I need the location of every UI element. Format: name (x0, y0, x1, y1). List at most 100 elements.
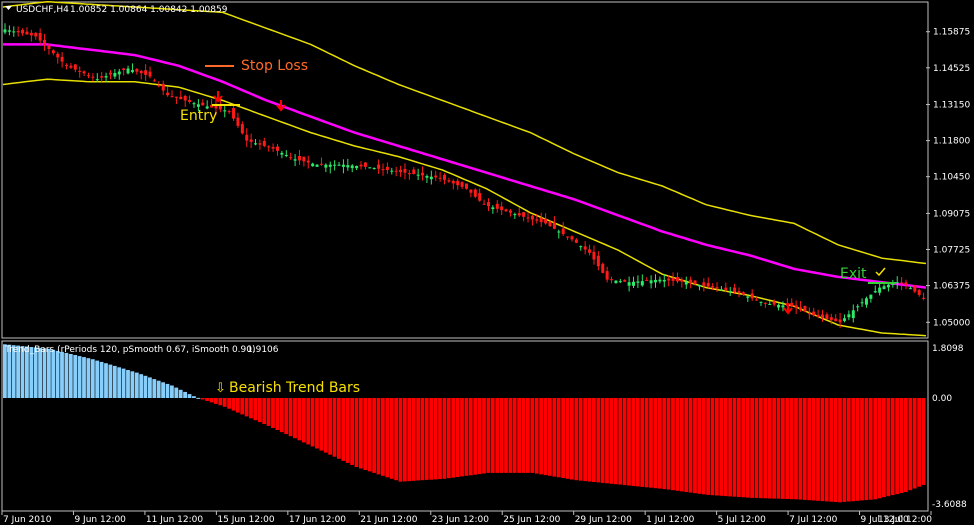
candle-body (860, 302, 864, 304)
time-tick-label: 7 Jul 12:00 (789, 515, 838, 525)
trend-bar (455, 398, 460, 477)
trend-bar (583, 398, 587, 482)
candle-body (315, 164, 319, 167)
trend-bar (772, 398, 776, 499)
trend-bar (416, 398, 420, 481)
trend-bar (627, 398, 631, 486)
trend-bar (657, 398, 662, 489)
trend-bar (539, 398, 543, 475)
candle-body (443, 175, 447, 180)
trend-bar (42, 348, 47, 398)
candle-body (816, 314, 820, 317)
trend-bar (855, 398, 860, 501)
time-tick-label: 21 Jun 12:00 (360, 515, 417, 525)
candle-body (614, 280, 618, 284)
trend-bar (315, 398, 319, 449)
trend-bar (284, 398, 289, 435)
candle-body (355, 166, 359, 169)
candle-body (25, 31, 29, 35)
trend-bar (376, 398, 381, 475)
candle-body (596, 255, 600, 267)
trend-bar (824, 398, 829, 502)
trend-bar (214, 398, 218, 404)
candle-body (790, 302, 794, 307)
trend-bar (609, 398, 614, 484)
trend-bar (570, 398, 574, 480)
candle-body (276, 146, 280, 151)
price-tick-label: 1.10450 (933, 173, 970, 183)
trend-bar (152, 379, 157, 398)
candle-body (667, 278, 671, 281)
trend-bar (394, 398, 398, 481)
candle-body (662, 280, 666, 282)
candle-body (328, 164, 332, 167)
candle-body (799, 307, 803, 310)
trend-bar (77, 356, 82, 398)
candle-body (166, 92, 170, 96)
trend-bar (117, 367, 122, 398)
trend-bar (890, 398, 895, 496)
trend-bar (424, 398, 429, 480)
trend-bar (205, 398, 209, 401)
trend-bar (288, 398, 293, 437)
candle-body (434, 175, 438, 178)
trend-bar (508, 398, 513, 473)
time-tick-label: 25 Jun 12:00 (503, 515, 560, 525)
indicator-tick-label: 0.00 (932, 394, 952, 404)
candle-body (372, 168, 376, 169)
candle-body (636, 281, 640, 283)
candle-body (482, 203, 486, 205)
trend-bar (367, 398, 372, 472)
candle-body (346, 165, 350, 168)
candle-body (882, 286, 886, 289)
candle-body (403, 168, 407, 173)
candle-body (601, 263, 605, 273)
candle-body (689, 279, 693, 284)
trend-bar (587, 398, 592, 482)
trend-bar (323, 398, 328, 453)
candle-body (561, 228, 565, 235)
trading-chart: 1.15875 1.14525 1.13150 1.11800 1.10450 1.090… (0, 0, 974, 525)
trend-bar (759, 398, 763, 499)
trend-bar (328, 398, 332, 455)
candle-body (539, 217, 543, 223)
candle-body (104, 76, 108, 78)
trend-bar (851, 398, 856, 502)
trend-bar (411, 398, 416, 481)
trend-bar (209, 398, 214, 403)
trend-bar (548, 398, 552, 476)
candle-body (144, 70, 148, 75)
trend-bar (807, 398, 812, 501)
trend-bar (363, 398, 368, 470)
candle-body (535, 219, 539, 221)
trend-bar (781, 398, 785, 499)
trend-bar (706, 398, 710, 495)
trend-bar (108, 364, 113, 398)
trend-bar (754, 398, 759, 498)
candle-body (579, 246, 583, 248)
trend-bar (833, 398, 838, 502)
candle-body (179, 96, 183, 100)
trend-bar (675, 398, 680, 491)
candle-body (680, 279, 684, 282)
candle-body (254, 143, 258, 145)
trend-bar (306, 398, 311, 445)
indicator-current-value: 1.9106 (247, 345, 279, 355)
trend-bar (666, 398, 671, 490)
trend-bar (802, 398, 807, 500)
candle-body (737, 291, 741, 293)
candle-body (113, 73, 117, 77)
candle-body (337, 164, 341, 166)
candle-body (728, 291, 732, 293)
trend-bar (262, 398, 267, 424)
trend-bar (200, 398, 205, 400)
candle-body (267, 146, 271, 148)
trend-bar (279, 398, 284, 433)
trend-bar (293, 398, 297, 439)
candle-body (513, 214, 517, 216)
trend-bar (64, 352, 69, 398)
candle-body (755, 299, 759, 301)
candle-body (122, 68, 126, 70)
candle-body (777, 304, 781, 308)
trend-bar (126, 370, 130, 398)
